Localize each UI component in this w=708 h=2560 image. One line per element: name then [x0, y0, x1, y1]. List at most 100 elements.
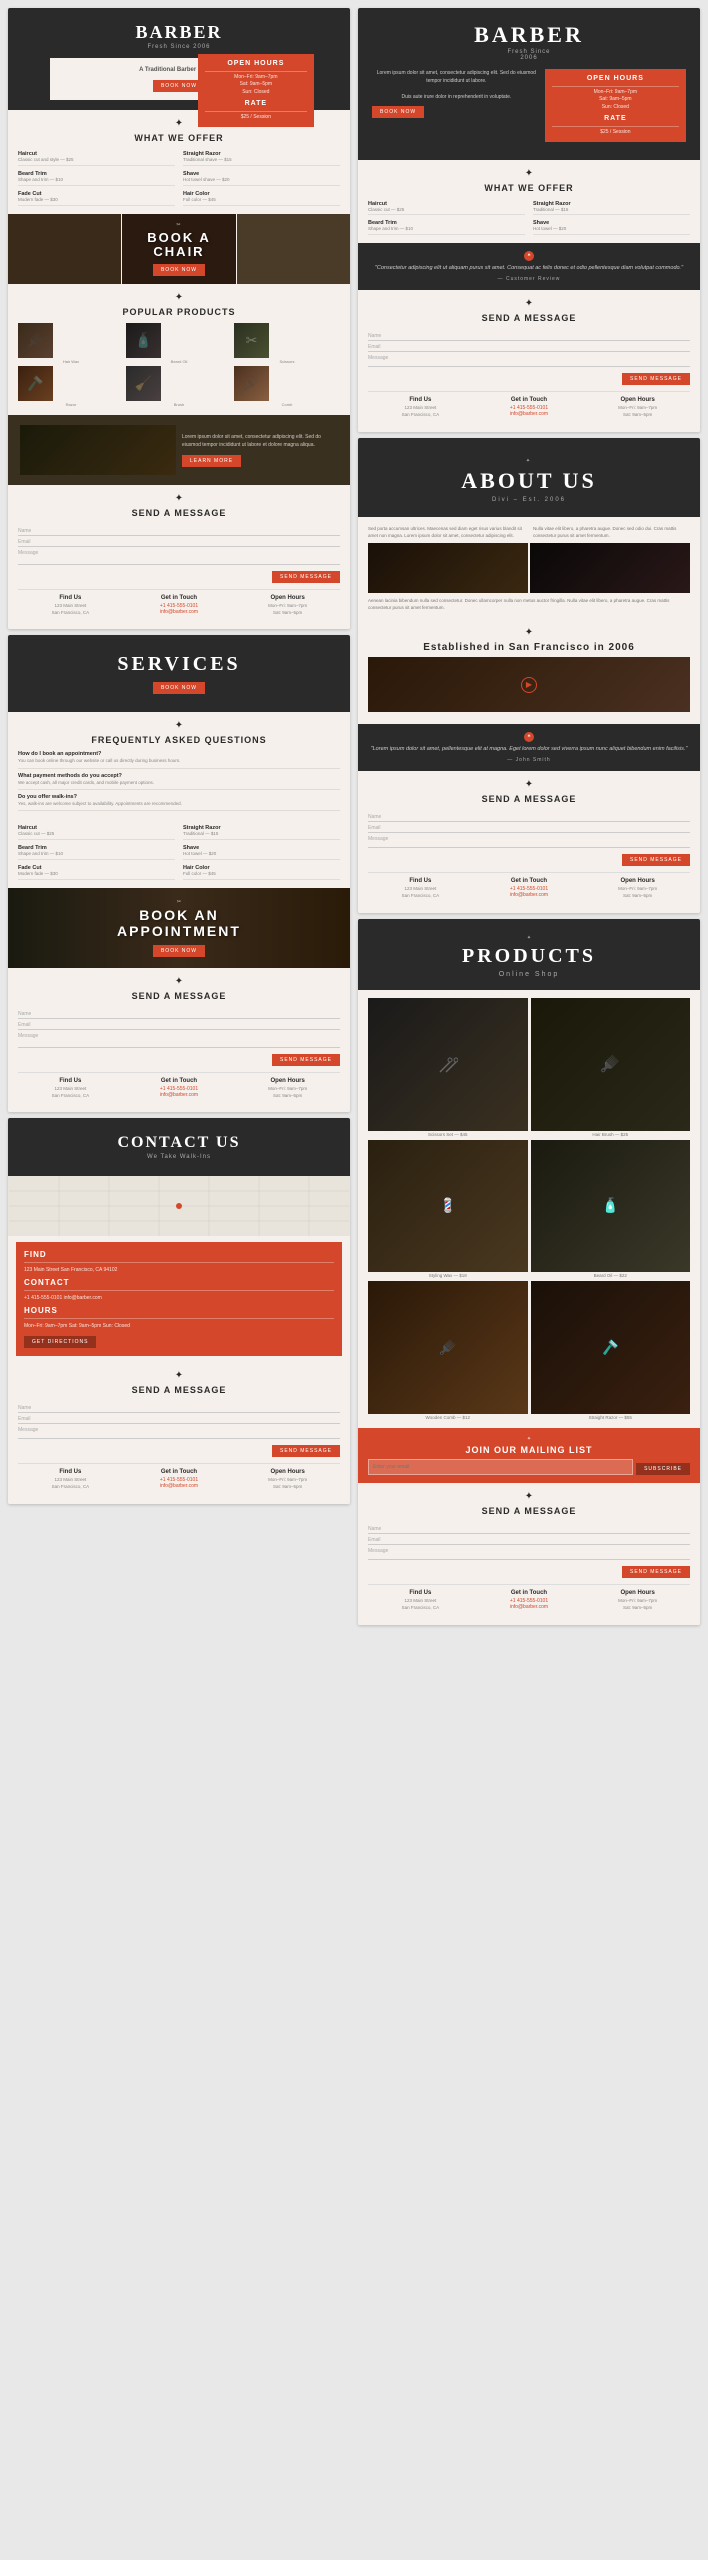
about-quote-text: "Lorem ipsum dolor sit amet, pellentesqu…	[370, 745, 688, 754]
mailing-input-row: Subscribe	[368, 1459, 690, 1475]
product-photo-3: ✂ Scissors	[234, 323, 340, 364]
footer-row: Find Us 123 Main StreetSan Francisco, CA…	[18, 589, 340, 622]
h2-email-field[interactable]: Email	[368, 344, 690, 352]
home2-services-grid: Haircut Classic cut — $25 Straight Razor…	[368, 199, 690, 236]
contact-message-field[interactable]: Message	[18, 1427, 340, 1439]
contact-contact-form: Name Email Message Send Message	[18, 1401, 340, 1446]
mailing-subscribe-button[interactable]: Subscribe	[636, 1463, 690, 1475]
contact-directions-button[interactable]: Get Directions	[24, 1336, 96, 1348]
prod-footer-find: Find Us 123 Main StreetSan Francisco, CA	[368, 1590, 473, 1612]
services-name-field[interactable]: Name	[18, 1011, 340, 1019]
services-page-preview: Services Book Now ✦ Frequently Asked Que…	[8, 635, 350, 1112]
prod-footer-contact: Get in Touch +1 415-555-0101 info@barber…	[477, 1590, 582, 1612]
about-body-more: Aenean lacinia bibendum nulla sed consec…	[368, 597, 690, 611]
faq-item-2: What payment methods do you accept? We a…	[18, 773, 340, 790]
about-message-field[interactable]: Message	[368, 836, 690, 848]
established-section: ✦ Established in San Francisco in 2006 ▶	[358, 619, 700, 724]
about-send-button[interactable]: Send Message	[622, 854, 690, 866]
product-item-6: 🪒 Straight Razor — $55	[531, 1281, 691, 1420]
contact-name-field[interactable]: Name	[18, 1405, 340, 1413]
home2-send-button[interactable]: Send Message	[622, 373, 690, 385]
orange-contact-box: Find 123 Main Street San Francisco, CA 9…	[16, 1242, 342, 1356]
open-hours-text: Mon–Fri: 9am–7pmSat: 9am–5pmSun: Closed	[205, 74, 307, 97]
hero-title: Barber	[18, 22, 340, 43]
product-photo-1: 🪮 Hair Wax	[18, 323, 124, 364]
product-icon-1	[438, 1054, 458, 1074]
products-contact-form: Name Email Message Send Message	[368, 1522, 690, 1567]
about-name-field[interactable]: Name	[368, 814, 690, 822]
book-chair-button[interactable]: Book Now	[153, 264, 205, 276]
mailing-email-input[interactable]	[368, 1459, 633, 1475]
h2-name-field[interactable]: Name	[368, 333, 690, 341]
prod-email-field[interactable]: Email	[368, 1537, 690, 1545]
about-email-field[interactable]: Email	[368, 825, 690, 833]
contact-contact-title: Contact	[24, 1278, 334, 1291]
about-quote-icon: ❝	[524, 732, 534, 742]
footer-get-in-touch: Get in Touch +1 415-555-0101 info@barber…	[127, 595, 232, 617]
products-send-button[interactable]: Send Message	[622, 1566, 690, 1578]
divider-icon-9: ✦	[368, 627, 690, 638]
book-appt-overlay: ✂ Book AnAppointment Book Now	[8, 888, 350, 968]
services-grid: Haircut Classic cut and style — $25 Stra…	[18, 149, 340, 206]
service-item: Straight Razor Traditional — $15	[533, 199, 690, 216]
send-message-title: Send a Message	[18, 508, 340, 518]
service-list-item: Shave Hot towel — $20	[183, 843, 340, 860]
home2-book-button[interactable]: Book Now	[372, 106, 424, 118]
services-email-field[interactable]: Email	[18, 1022, 340, 1030]
book-chair-section: ✂ Book AChair Book Now	[8, 214, 350, 284]
message-field[interactable]: Message	[18, 550, 340, 565]
send-message-button[interactable]: Send Message	[272, 571, 340, 583]
video-bg: ▶	[368, 657, 690, 712]
contact-footer-hours: Open Hours Mon–Fri: 9am–7pmSat: 9am–5pm	[235, 1469, 340, 1491]
h2-footer-find-us: Find Us 123 Main StreetSan Francisco, CA	[368, 397, 473, 419]
h2-message-field[interactable]: Message	[368, 355, 690, 367]
promo-image	[20, 425, 176, 475]
book-appt-button[interactable]: Book Now	[153, 945, 205, 957]
home2-contact-form: Name Email Message Send Message	[368, 329, 690, 374]
product-photo-4: 🪒 Razor	[18, 366, 124, 407]
product-item-3: 💈 Styling Wax — $18	[368, 1140, 528, 1279]
book-title: Book AChair	[147, 231, 211, 260]
divider-icon-4: ✦	[18, 720, 340, 731]
what-we-offer-title: What We Offer	[18, 133, 340, 143]
mailing-section: ✦ Join Our Mailing List Subscribe	[358, 1428, 700, 1483]
prod-name-field[interactable]: Name	[368, 1526, 690, 1534]
divider-icon-10: ✦	[368, 779, 690, 790]
products-subtitle: Online Shop	[368, 971, 690, 978]
play-button[interactable]: ▶	[521, 677, 537, 693]
promo-learn-more-button[interactable]: Learn More	[182, 455, 241, 467]
about-content: Sed porta accumsan ultrices. Maecenas se…	[358, 517, 700, 620]
open-hours-title: Open Hours	[205, 59, 307, 72]
about-page-preview: ✦ About Us Divi – Est. 2006 Sed porta ac…	[358, 438, 700, 913]
mailing-divider-icon: ✦	[368, 1436, 690, 1442]
book-overlay: ✂ Book AChair Book Now	[8, 214, 350, 284]
home2-offer-title: What We Offer	[368, 183, 690, 193]
divider-icon-7: ✦	[368, 168, 690, 179]
services-book-button[interactable]: Book Now	[153, 682, 205, 694]
about-footer-contact: Get in Touch +1 415-555-0101 info@barber…	[477, 878, 582, 900]
contact-send-button[interactable]: Send Message	[272, 1445, 340, 1457]
about-title: About Us	[368, 468, 690, 494]
email-field[interactable]: Email	[18, 539, 340, 547]
mailing-title: Join Our Mailing List	[368, 1445, 690, 1455]
services-send-button[interactable]: Send Message	[272, 1054, 340, 1066]
footer-find-us: Find Us 123 Main StreetSan Francisco, CA	[18, 595, 123, 617]
about-quote-author: — John Smith	[370, 757, 688, 763]
contact-footer-contact: Get in Touch +1 415-555-0101 info@barber…	[127, 1469, 232, 1491]
about-send-message: ✦ Send a Message Name Email Message Send…	[358, 771, 700, 913]
services-message-field[interactable]: Message	[18, 1033, 340, 1048]
footer-open-hours: Open Hours Mon–Fri: 9am–7pmSat: 9am–5pm	[235, 595, 340, 617]
send-message-section: ✦ Send a Message Name Email Message Send…	[8, 485, 350, 630]
page-wrapper: Barber Fresh Since 2006 A Traditional Ba…	[0, 0, 708, 1633]
services-footer-row: Find Us 123 Main StreetSan Francisco, CA…	[18, 1072, 340, 1105]
products-footer-row: Find Us 123 Main StreetSan Francisco, CA…	[368, 1584, 690, 1617]
name-field[interactable]: Name	[18, 528, 340, 536]
contact-hero: Contact Us We Take Walk-Ins	[8, 1118, 350, 1176]
service-item: Beard Trim Shape and trim — $10	[18, 169, 175, 186]
book-appointment-section: ✂ Book AnAppointment Book Now	[8, 888, 350, 968]
contact-email-field[interactable]: Email	[18, 1416, 340, 1424]
prod-message-field[interactable]: Message	[368, 1548, 690, 1560]
services-contact-form: Name Email Message Send Message	[18, 1007, 340, 1055]
column-left: Barber Fresh Since 2006 A Traditional Ba…	[8, 8, 350, 1625]
service-item: Fade Cut Modern fade — $30	[18, 189, 175, 206]
